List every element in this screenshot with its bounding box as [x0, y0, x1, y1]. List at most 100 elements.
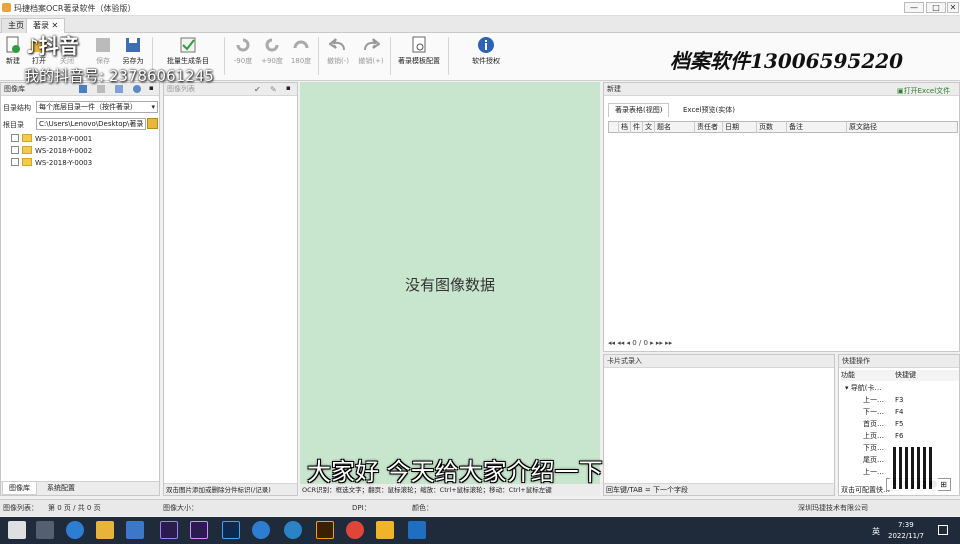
hotkey-func: 上一…: [863, 468, 884, 476]
tools-icon[interactable]: ✎: [270, 85, 277, 94]
hotkeys-column-headers: 功能 快捷键: [841, 370, 959, 381]
ribbon-separator: [390, 37, 391, 75]
column-header[interactable]: 备注: [787, 122, 847, 133]
column-header[interactable]: 档: [619, 122, 631, 133]
photoshop-icon[interactable]: [222, 521, 240, 539]
status-dpi-label: DPI：: [352, 504, 371, 512]
pin-icon[interactable]: ▪: [286, 84, 291, 92]
chrome-icon[interactable]: [346, 521, 364, 539]
checkbox[interactable]: [11, 146, 19, 154]
save-as-icon: [126, 38, 140, 52]
file-explorer-icon[interactable]: [96, 521, 114, 539]
hotkey-row[interactable]: 上一… F3: [841, 395, 959, 406]
refresh-icon[interactable]: [133, 85, 141, 93]
app-taskbar-icon[interactable]: [376, 521, 394, 539]
status-list-value: 第 0 页 / 共 0 页: [48, 504, 101, 512]
grid-view-icon[interactable]: [79, 85, 87, 93]
company-name: 深圳玛捷技术有限公司: [798, 504, 868, 512]
tree-view-icon[interactable]: [115, 85, 123, 93]
status-size-label: 图像大小：: [163, 504, 198, 512]
undo-label: 撤销(-): [327, 57, 349, 65]
edge-icon[interactable]: [66, 521, 84, 539]
rot-180-label: 180度: [290, 57, 312, 65]
new-button[interactable]: 新建: [2, 36, 24, 76]
notification-icon[interactable]: [938, 525, 948, 535]
card-input-header: 卡片式录入: [604, 355, 834, 368]
tree-item[interactable]: WS-2018-Y-0001: [11, 134, 92, 143]
rot-plus90-label: +90度: [261, 57, 283, 65]
hotkey-row[interactable]: 首页… F5: [841, 419, 959, 430]
column-header: [609, 122, 619, 133]
hotkeys-header: 快捷操作: [839, 355, 959, 368]
hotkey-row[interactable]: 下一… F4: [841, 407, 959, 418]
tree-item[interactable]: WS-2018-Y-0002: [11, 146, 92, 155]
douyin-id-watermark: 我的抖音号: 2378606124​5: [24, 67, 214, 85]
media-icon[interactable]: [408, 521, 426, 539]
open-excel-button[interactable]: ▣打开Excel文件: [897, 86, 950, 96]
clock-time[interactable]: 7:39: [898, 521, 914, 529]
tree-item[interactable]: WS-2018-Y-0003: [11, 158, 92, 167]
browse-folder-icon[interactable]: [147, 118, 158, 129]
windows-start-icon[interactable]: [8, 521, 26, 539]
list-view-icon[interactable]: [97, 85, 105, 93]
column-header[interactable]: 件: [631, 122, 643, 133]
hotkey-func: 下一…: [863, 408, 884, 416]
clock-date[interactable]: 2022/11/7: [888, 532, 924, 540]
ime-indicator[interactable]: 英: [872, 526, 880, 537]
hotkey-key: F6: [895, 432, 904, 440]
task-view-icon[interactable]: [36, 521, 54, 539]
close-icon[interactable]: ✕: [52, 21, 59, 30]
column-header[interactable]: 页数: [757, 122, 787, 133]
window-title: 玛捷档案OCR著录软件（体验版）: [14, 4, 136, 13]
undo-icon: [329, 38, 345, 51]
tab-catalog-table[interactable]: 著录表格(视图): [608, 103, 670, 117]
struct-select[interactable]: 每个底层目录一件（按件著录） ▾: [36, 101, 158, 113]
premiere-icon[interactable]: [190, 521, 208, 539]
root-path-input[interactable]: C:\Users\Lenovo\Desktop\著录: [36, 118, 146, 130]
rotate-minus90-button[interactable]: -90度: [232, 36, 254, 76]
column-header[interactable]: 题名: [655, 122, 695, 133]
main-tabs: 主页 著录 ✕: [0, 16, 960, 33]
hotkey-group[interactable]: ▾ 导航(卡…: [841, 383, 959, 394]
ie-icon[interactable]: [252, 521, 270, 539]
excel-icon: ▣: [897, 87, 904, 95]
tab-system-config[interactable]: 系统配置: [41, 482, 81, 495]
hotkey-key: F4: [895, 408, 904, 416]
minimize-button[interactable]: —: [904, 2, 924, 13]
hotkey-row[interactable]: 上页… F6: [841, 431, 959, 442]
illustrator-icon[interactable]: [316, 521, 334, 539]
rotate-180-button[interactable]: 180度: [290, 36, 312, 76]
column-header[interactable]: 文: [643, 122, 655, 133]
image-viewer[interactable]: 没有图像数据 OCR识别：框选文字；翻页：鼠标滚轮；缩放：Ctrl+鼠标滚轮；移…: [300, 82, 600, 496]
column-header[interactable]: 原文路径: [847, 122, 957, 133]
license-button[interactable]: 软件授权: [466, 36, 506, 76]
grid-pager[interactable]: ◂◂ ◂◂ ◂ 0 / 0 ▸ ▸▸ ▸▸: [608, 339, 672, 347]
column-header[interactable]: 日期: [723, 122, 757, 133]
douyin-note-icon: ♪: [26, 34, 39, 58]
tab-image-library[interactable]: 图像库: [2, 482, 37, 495]
catalog-grid-header: 档 件 文 题名 责任者 日期 页数 备注 原文路径: [608, 121, 958, 133]
rotate-plus90-button[interactable]: +90度: [260, 36, 284, 76]
maximize-button[interactable]: □: [926, 2, 946, 13]
mail-icon[interactable]: [126, 521, 144, 539]
template-config-button[interactable]: 著录模板配置: [396, 36, 442, 76]
close-button[interactable]: ✕: [947, 2, 959, 13]
hotkey-func: 上一…: [863, 396, 884, 404]
check-icon[interactable]: ✔: [254, 85, 261, 94]
column-header[interactable]: 责任者: [695, 122, 723, 133]
tree-item-label: WS-2018-Y-0001: [35, 135, 93, 143]
ribbon-separator: [224, 37, 225, 75]
video-subtitle: 大家好 今天给大家介绍一下: [307, 458, 603, 486]
left-bottom-tabs: 图像库 系统配置: [1, 481, 159, 495]
checkbox[interactable]: [11, 134, 19, 142]
chevron-down-icon: ▾: [151, 103, 155, 111]
redo-button[interactable]: 撤销(+): [356, 36, 386, 76]
folder-icon: [22, 146, 32, 154]
after-effects-icon[interactable]: [160, 521, 178, 539]
search-icon[interactable]: [284, 521, 302, 539]
checkbox[interactable]: [11, 158, 19, 166]
card-input-hint: 回车键/TAB = 下一个字段: [604, 483, 834, 495]
tab-excel-preview[interactable]: Excel预览(实体): [676, 103, 743, 117]
hotkey-func: 尾页…: [863, 456, 884, 464]
undo-button[interactable]: 撤销(-): [324, 36, 352, 76]
